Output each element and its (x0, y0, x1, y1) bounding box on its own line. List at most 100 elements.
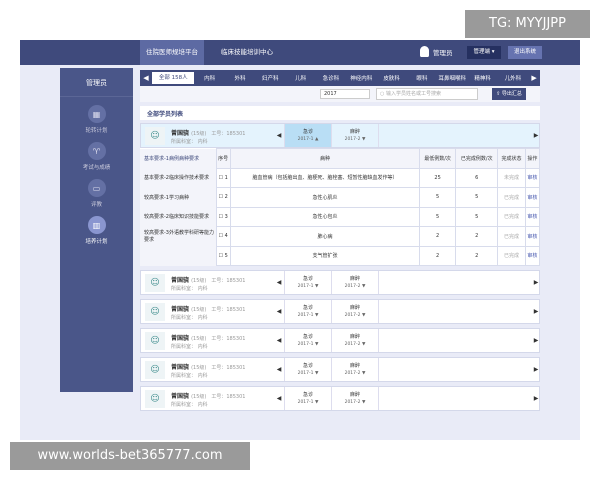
dept-tab[interactable]: 精神科 (467, 74, 497, 82)
student-row[interactable]: ☺ 曾国骁 (15级) 工号：185301 所属科室： 内科 ◀ 急诊 2017-… (140, 299, 540, 324)
sidebar-item-exams[interactable]: ♈ 考试与成绩 (60, 142, 133, 171)
arrow-left-icon[interactable]: ◀ (275, 300, 283, 323)
review-link[interactable]: 审核 (524, 226, 541, 247)
row-checkbox[interactable]: ☐ 1 (215, 167, 231, 188)
export-label: 导出汇总 (501, 91, 522, 97)
rotation-item[interactable]: 麻醉 2017-2 ▼ (331, 300, 378, 323)
student-row[interactable]: ☺ 曾国骁 (15级) 工号：185301 所属科室： 内科 ◀ 急诊 2017-… (140, 270, 540, 295)
rotation-item[interactable]: 急诊 2017-1 ▼ (284, 387, 331, 410)
trophy-icon: ♈ (87, 142, 106, 160)
sidebar-label: 考试与成绩 (82, 165, 111, 171)
dept-tab[interactable]: 眼科 (407, 74, 437, 82)
column-header: 序号 (215, 148, 231, 169)
student-row[interactable]: ☺ 曾国骁 (15级) 工号：185301 所属科室： 内科 ◀ 急诊 2017-… (140, 386, 540, 411)
arrow-left-icon[interactable]: ◀ (275, 124, 283, 147)
sidebar-item-evaluation[interactable]: ▭ 评教 (60, 179, 133, 208)
logout-button[interactable]: 退出系统 (508, 46, 542, 59)
dept-tab[interactable]: 皮肤科 (376, 74, 406, 82)
requirement-item[interactable]: 较高要求-1学习病种 (140, 187, 216, 207)
dept-tab[interactable]: 耳鼻咽喉科 (437, 74, 467, 82)
sidebar-label: 轮转计划 (85, 128, 108, 134)
student-dept: 所属科室： 内科 (171, 139, 208, 145)
watermark-url: www.worlds-bet365777.com (10, 442, 250, 470)
student-dept: 所属科室： 内科 (171, 373, 208, 379)
dept-tab[interactable]: 全部 158人 (152, 72, 195, 84)
arrow-right-icon[interactable]: ▶ (532, 271, 540, 294)
row-checkbox[interactable]: ☐ 5 (215, 245, 231, 266)
arrow-left-icon[interactable]: ◀ (275, 329, 283, 352)
arrow-right-icon[interactable]: ▶ (528, 74, 540, 82)
rotation-item[interactable]: 麻醉 2017-2 ▼ (331, 329, 378, 352)
table-row: ☐ 5 支气管扩张 22 已完成 审核 (140, 245, 541, 266)
dept-tab[interactable]: 急诊科 (316, 74, 346, 82)
rotation-empty (378, 358, 532, 381)
review-link[interactable]: 审核 (524, 206, 541, 227)
rotation-item[interactable]: 急诊 2017-1 ▼ (284, 271, 331, 294)
rotation-item[interactable]: 麻醉 2017-2 ▼ (331, 358, 378, 381)
row-checkbox[interactable]: ☐ 3 (215, 206, 231, 227)
requirement-item[interactable]: 较高要求-3外语教学科研等能力要求 (140, 226, 216, 246)
requirement-item[interactable] (140, 246, 216, 266)
search-input[interactable]: ○ 输入学员姓名或工号搜索 (376, 88, 478, 100)
rotation-item[interactable]: 急诊 2017-1 ▼ (284, 300, 331, 323)
student-row[interactable]: ☺ 曾国骁 (15级) 工号：185301 所属科室： 内科 ◀ 急诊 2017-… (140, 357, 540, 382)
review-link[interactable]: 审核 (524, 187, 541, 208)
student-avatar: ☺ (145, 127, 165, 145)
student-grade: (15级) 工号：185301 (191, 131, 246, 137)
student-row[interactable]: ☺ 曾国骁 (15级) 工号：185301 所属科室： 内科 ◀ 急诊 2017-… (140, 328, 540, 353)
arrow-right-icon[interactable]: ▶ (532, 300, 540, 323)
sidebar: 管理员 ▦ 轮转计划 ♈ 考试与成绩 ▭ 评教 ▥ 培养计划 (60, 68, 133, 392)
sidebar-label: 评教 (90, 202, 102, 208)
rotation-item[interactable]: 急诊 2017-1 ▼ (284, 329, 331, 352)
role-dropdown[interactable]: 管理端 ▾ (467, 46, 501, 59)
row-checkbox[interactable]: ☐ 4 (215, 226, 231, 247)
rotation-item[interactable]: 急诊 2017-1 ▲ (284, 124, 331, 147)
disease-cell: 急性心肌炎 (229, 187, 421, 208)
dept-tab[interactable]: 内科 (194, 74, 224, 82)
row-checkbox[interactable]: ☐ 2 (215, 187, 231, 208)
rotation-empty (378, 329, 532, 352)
year-select[interactable]: 2017 (320, 89, 370, 99)
arrow-left-icon[interactable]: ◀ (275, 358, 283, 381)
tab-resident-platform[interactable]: 住院医师规培平台 (140, 40, 204, 65)
rotation-item[interactable]: 急诊 2017-1 ▼ (284, 358, 331, 381)
student-grade: (15级) 工号：185301 (191, 394, 246, 400)
dept-tab[interactable]: 儿外科 (498, 74, 528, 82)
review-link[interactable]: 审核 (524, 245, 541, 266)
arrow-left-icon[interactable]: ◀ (140, 74, 152, 82)
review-link[interactable]: 审核 (524, 167, 541, 188)
student-name: 曾国骁 (15级) 工号：185301 (171, 306, 246, 313)
student-avatar: ☺ (145, 303, 165, 321)
rotation-empty (378, 387, 532, 410)
arrow-left-icon[interactable]: ◀ (275, 271, 283, 294)
tab-skills-center[interactable]: 临床技能培训中心 (215, 40, 279, 65)
rotation-item[interactable]: 麻醉 2017-2 ▼ (331, 124, 378, 147)
arrow-right-icon[interactable]: ▶ (532, 358, 540, 381)
rotation-empty (378, 124, 532, 147)
rotation-empty (378, 300, 532, 323)
dept-tab[interactable]: 外科 (225, 74, 255, 82)
arrow-right-icon[interactable]: ▶ (532, 387, 540, 410)
column-header: 已完成例数/次 (455, 148, 499, 169)
arrow-left-icon[interactable]: ◀ (275, 387, 283, 410)
arrow-right-icon[interactable]: ▶ (532, 329, 540, 352)
disease-cell: 支气管扩张 (229, 245, 421, 266)
rotation-item[interactable]: 麻醉 2017-2 ▼ (331, 271, 378, 294)
requirement-item[interactable]: 基本要求-1病例病种要求 (140, 148, 216, 168)
status-cell: 已完成 (497, 226, 526, 247)
rotation-item[interactable]: 麻醉 2017-2 ▼ (331, 387, 378, 410)
sidebar-item-training-plan[interactable]: ▥ 培养计划 (60, 216, 133, 245)
sidebar-label: 培养计划 (85, 239, 108, 245)
status-cell: 已完成 (497, 206, 526, 227)
table-row: 较高要求-3外语教学科研等能力要求 ☐ 4 肺心病 22 已完成 审核 (140, 226, 541, 247)
sidebar-item-rotation-plan[interactable]: ▦ 轮转计划 (60, 105, 133, 134)
arrow-right-icon[interactable]: ▶ (532, 124, 540, 147)
requirement-item[interactable]: 基本要求-2临床操作技术要求 (140, 168, 216, 188)
app-frame: 住院医师规培平台 临床技能培训中心 管理员 管理端 ▾ 退出系统 管理员 ▦ 轮转… (20, 40, 580, 440)
export-button[interactable]: ⇪ 导出汇总 (492, 88, 526, 100)
dept-tab[interactable]: 儿科 (285, 74, 315, 82)
student-row[interactable]: ☺ 曾国骁 (15级) 工号：185301 所属科室： 内科 ◀ 急诊 2017-… (140, 123, 540, 148)
requirement-item[interactable]: 较高要求-2临床知识技能要求 (140, 207, 216, 227)
dept-tab[interactable]: 神经内科 (346, 74, 376, 82)
dept-tab[interactable]: 妇产科 (255, 74, 285, 82)
